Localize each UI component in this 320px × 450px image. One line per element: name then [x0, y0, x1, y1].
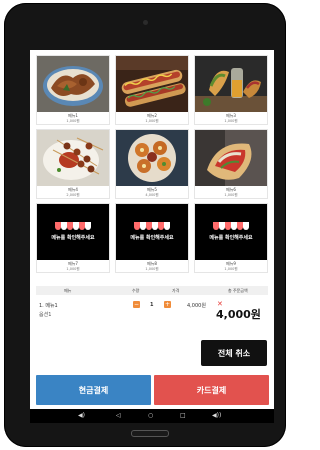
placeholder-text: 메뉴를 확인해주세요 [51, 235, 95, 241]
menu-price: 1,000원 [66, 119, 80, 123]
menu-price: 1,000원 [145, 267, 159, 271]
plus-button[interactable]: + [164, 301, 171, 308]
menu-placeholder-image: 메뉴를 확인해주세요 [37, 204, 109, 260]
android-nav-bar: ◀) ◁ ○ □ ◀)) [30, 409, 274, 423]
menu-price: 1,000원 [224, 193, 238, 197]
food-photo-platter [116, 130, 188, 186]
kiosk-screen: 메뉴1 1,000원 메뉴2 1,000원 메뉴3 1,000원 메뉴4 2,0… [30, 50, 274, 423]
menu-card[interactable]: 메뉴4 2,000원 [36, 129, 110, 199]
menu-placeholder-image: 메뉴를 확인해주세요 [116, 204, 188, 260]
menu-placeholder-image: 메뉴를 확인해주세요 [195, 204, 267, 260]
awning-icon [55, 222, 91, 230]
back-icon[interactable]: ◁ [116, 411, 121, 421]
menu-card[interactable]: 메뉴를 확인해주세요 메뉴8 1,000원 [115, 203, 189, 273]
menu-price: 4,000원 [145, 193, 159, 197]
menu-price: 1,000원 [224, 267, 238, 271]
minus-button[interactable]: − [133, 301, 140, 308]
menu-price: 1,000원 [145, 119, 159, 123]
cash-payment-button[interactable]: 현금결제 [36, 375, 151, 405]
order-table-header: 메뉴 수량 가격 총 주문금액 [36, 286, 268, 295]
header-price: 가격 [172, 288, 180, 293]
menu-price: 1,000원 [224, 119, 238, 123]
menu-card[interactable]: 메뉴6 1,000원 [194, 129, 268, 199]
food-photo-chicken [37, 56, 109, 112]
menu-card[interactable]: 메뉴2 1,000원 [115, 55, 189, 125]
volume-up-icon[interactable]: ◀)) [212, 411, 221, 421]
menu-price: 2,000원 [66, 193, 80, 197]
header-qty: 수량 [132, 288, 140, 293]
order-qty: 1 [150, 302, 154, 308]
menu-card[interactable]: 메뉴3 1,000원 [194, 55, 268, 125]
food-photo-tacos [195, 56, 267, 112]
food-photo-wrap [195, 130, 267, 186]
awning-icon [134, 222, 170, 230]
header-menu: 메뉴 [64, 288, 72, 293]
awning-icon [213, 222, 249, 230]
volume-down-icon[interactable]: ◀) [78, 411, 85, 421]
menu-card[interactable]: 메뉴1 1,000원 [36, 55, 110, 125]
header-total: 총 주문금액 [228, 288, 248, 293]
placeholder-text: 메뉴를 확인해주세요 [209, 235, 253, 241]
order-item-name: 1. 메뉴1 [39, 303, 58, 309]
placeholder-text: 메뉴를 확인해주세요 [130, 235, 174, 241]
food-photo-skewers [37, 130, 109, 186]
menu-card[interactable]: 메뉴를 확인해주세요 메뉴9 1,000원 [194, 203, 268, 273]
total-amount: 4,000원 [216, 308, 261, 321]
cancel-all-button[interactable]: 전체 취소 [201, 340, 267, 366]
home-button[interactable] [131, 430, 169, 437]
card-payment-button[interactable]: 카드결제 [154, 375, 269, 405]
food-photo-hotdogs [116, 56, 188, 112]
camera-icon [143, 20, 148, 25]
menu-card[interactable]: 메뉴5 4,000원 [115, 129, 189, 199]
tablet-frame: 메뉴1 1,000원 메뉴2 1,000원 메뉴3 1,000원 메뉴4 2,0… [4, 3, 286, 447]
recents-icon[interactable]: □ [180, 411, 186, 421]
menu-card[interactable]: 메뉴를 확인해주세요 메뉴7 1,000원 [36, 203, 110, 273]
home-icon[interactable]: ○ [148, 411, 153, 421]
order-item-price: 4,000원 [187, 303, 206, 309]
menu-grid: 메뉴1 1,000원 메뉴2 1,000원 메뉴3 1,000원 메뉴4 2,0… [36, 55, 268, 273]
menu-price: 1,000원 [66, 267, 80, 271]
order-option: 옵션1 [39, 312, 52, 318]
